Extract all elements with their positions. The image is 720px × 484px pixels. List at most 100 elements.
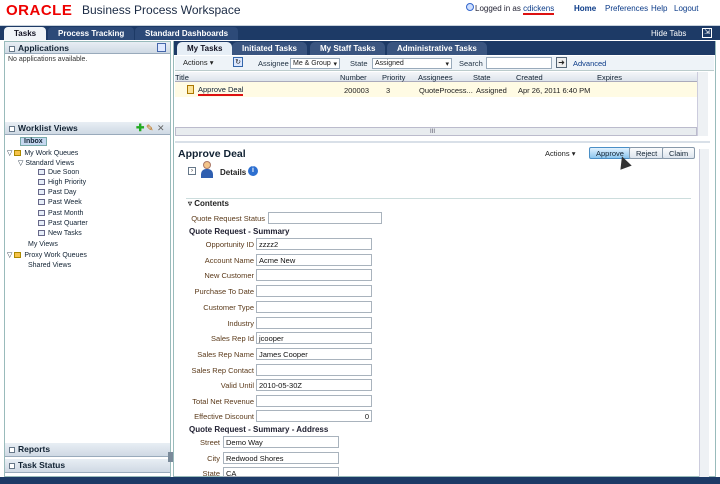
- info-icon[interactable]: i: [248, 166, 258, 176]
- reject-button[interactable]: Reject: [629, 147, 665, 159]
- col-created[interactable]: Created: [516, 73, 543, 82]
- view-icon: [38, 169, 45, 176]
- add-view-icon[interactable]: ✚: [136, 123, 144, 134]
- row-title[interactable]: Approve Deal: [198, 85, 244, 96]
- manage-apps-icon[interactable]: [157, 43, 166, 52]
- opportunity-id-label: Opportunity ID: [205, 240, 254, 249]
- tree-label: Past Day: [48, 189, 77, 196]
- contents-label: Contents: [194, 199, 229, 208]
- search-input[interactable]: [486, 57, 552, 69]
- queue-icon: [14, 252, 22, 259]
- search-go-icon[interactable]: ➜: [556, 57, 567, 68]
- sales-rep-name-field[interactable]: James Cooper: [256, 348, 372, 360]
- row-created: Apr 26, 2011 6:40 PM: [518, 86, 591, 95]
- detail-actions-label: Actions: [545, 149, 570, 158]
- tab-my-tasks[interactable]: My Tasks: [177, 42, 233, 55]
- home-link[interactable]: Home: [574, 4, 596, 13]
- tab-my-staff-tasks[interactable]: My Staff Tasks: [310, 42, 386, 55]
- username-link[interactable]: cdickens: [523, 4, 555, 15]
- city-field[interactable]: Redwood Shores: [223, 452, 339, 464]
- horizontal-scrollbar[interactable]: [175, 127, 697, 136]
- total-net-revenue-field[interactable]: [256, 395, 372, 407]
- row-number: 200003: [344, 86, 370, 95]
- col-expires[interactable]: Expires: [597, 73, 622, 82]
- search-label: Search: [459, 59, 483, 68]
- contents-section[interactable]: ▿ Contents: [188, 199, 229, 208]
- sales-rep-id-field[interactable]: jcooper: [256, 332, 372, 344]
- logout-link[interactable]: Logout: [674, 4, 698, 13]
- applications-title: Applications: [18, 43, 70, 53]
- customer-type-field[interactable]: [256, 301, 372, 313]
- collapse-icon[interactable]: ⇲: [702, 28, 712, 38]
- valid-until-field[interactable]: 2010-05-30Z: [256, 379, 372, 391]
- view-icon: [38, 199, 45, 206]
- opportunity-id-field[interactable]: zzzz2: [256, 238, 372, 250]
- industry-field[interactable]: [256, 317, 372, 329]
- scroll-grip[interactable]: III: [430, 129, 435, 135]
- assignee-select[interactable]: Me & Group ▾: [290, 58, 340, 69]
- state-select[interactable]: Assigned ▾: [372, 58, 452, 69]
- col-assignees[interactable]: Assignees: [418, 73, 453, 82]
- tree-high-priority[interactable]: High Priority: [38, 179, 86, 186]
- tree-past-day[interactable]: Past Day: [38, 189, 76, 196]
- tree-label: Proxy Work Queues: [24, 252, 87, 259]
- account-name-field[interactable]: Acme New: [256, 254, 372, 266]
- task-icon: [187, 85, 194, 94]
- tab-standard-dashboards[interactable]: Standard Dashboards: [135, 27, 239, 40]
- tree-standard-views[interactable]: ▽ Standard Views: [18, 159, 74, 167]
- view-icon: [38, 210, 45, 217]
- edit-view-icon[interactable]: ✎: [146, 123, 154, 134]
- tab-process-tracking[interactable]: Process Tracking: [48, 27, 135, 40]
- col-title[interactable]: Title: [175, 73, 189, 82]
- tree-shared-views[interactable]: Shared Views: [28, 262, 71, 269]
- detail-vertical-scrollbar[interactable]: [699, 149, 709, 477]
- delete-view-icon[interactable]: ✕: [157, 123, 165, 134]
- sales-rep-name-label: Sales Rep Name: [197, 350, 254, 359]
- tree-past-week[interactable]: Past Week: [38, 199, 82, 206]
- street-field[interactable]: Demo Way: [223, 436, 339, 448]
- tree-due-soon[interactable]: Due Soon: [38, 169, 79, 176]
- tree-label: Shared Views: [28, 262, 72, 269]
- tree-inbox[interactable]: Inbox: [20, 137, 47, 146]
- applications-header[interactable]: Applications: [5, 42, 170, 54]
- claim-button[interactable]: Claim: [662, 147, 696, 159]
- detail-actions-menu[interactable]: Actions ▾: [545, 149, 575, 158]
- new-customer-field[interactable]: [256, 269, 372, 281]
- state-field[interactable]: CA: [223, 467, 339, 478]
- sales-rep-contact-field[interactable]: [256, 364, 372, 376]
- tree-my-views[interactable]: My Views: [28, 241, 58, 248]
- view-icon: [38, 230, 45, 237]
- help-link[interactable]: Help: [651, 4, 667, 13]
- details-expand-icon[interactable]: ›: [188, 167, 196, 175]
- col-priority[interactable]: Priority: [382, 73, 405, 82]
- quote-status-field[interactable]: [268, 212, 382, 224]
- tree-my-work-queues[interactable]: ▽ My Work Queues: [7, 149, 78, 157]
- sales-rep-id-label: Sales Rep Id: [211, 334, 254, 343]
- effective-discount-field[interactable]: 0: [256, 410, 372, 422]
- tab-tasks[interactable]: Tasks: [4, 27, 47, 40]
- oracle-logo: ORACLE: [6, 2, 73, 19]
- hide-tabs-link[interactable]: Hide Tabs: [651, 29, 686, 38]
- actions-menu[interactable]: Actions ▾: [183, 58, 213, 67]
- grid-vertical-scrollbar[interactable]: [697, 72, 708, 136]
- summary-section-title: Quote Request - Summary: [189, 227, 290, 236]
- tab-administrative-tasks[interactable]: Administrative Tasks: [387, 42, 487, 55]
- preferences-link[interactable]: Preferences: [605, 4, 648, 13]
- purchase-to-date-field[interactable]: [256, 285, 372, 297]
- advanced-search-link[interactable]: Advanced: [573, 59, 606, 68]
- state-label: State: [350, 59, 368, 68]
- col-number[interactable]: Number: [340, 73, 367, 82]
- tree-label: Past Quarter: [48, 220, 88, 227]
- queue-icon: [14, 150, 22, 157]
- tree-proxy-work-queues[interactable]: ▽ Proxy Work Queues: [7, 251, 87, 259]
- app-title: Business Process Workspace: [82, 3, 241, 17]
- tree-past-month[interactable]: Past Month: [38, 210, 83, 217]
- tree-past-quarter[interactable]: Past Quarter: [38, 220, 88, 227]
- refresh-icon[interactable]: ↻: [233, 57, 243, 67]
- tab-initiated-tasks[interactable]: Initiated Tasks: [232, 42, 307, 55]
- details-label[interactable]: Details: [220, 168, 246, 177]
- tree-new-tasks[interactable]: New Tasks: [38, 230, 82, 237]
- row-priority: 3: [386, 86, 391, 95]
- no-apps-text: No applications available.: [8, 56, 88, 63]
- col-state[interactable]: State: [473, 73, 491, 82]
